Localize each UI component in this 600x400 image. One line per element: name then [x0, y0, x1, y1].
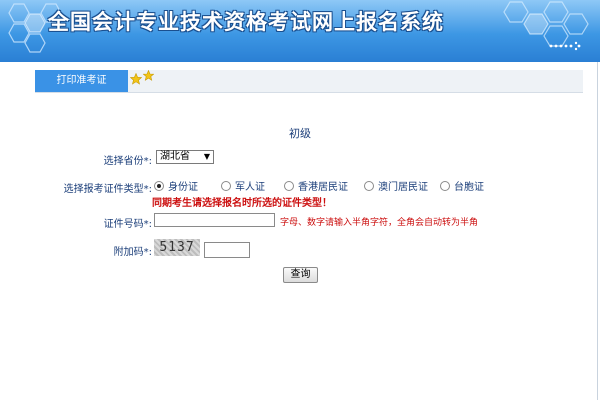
- radio-label: 台胞证: [454, 182, 484, 193]
- radio-military-id[interactable]: 军人证: [221, 178, 265, 193]
- radio-label: 身份证: [168, 182, 198, 193]
- radio-label: 澳门居民证: [378, 182, 428, 193]
- star-icon: [130, 73, 142, 85]
- radio-unselected-icon: [364, 181, 374, 191]
- frame-border: [597, 62, 598, 400]
- tab-print-admission[interactable]: 打印准考证: [35, 70, 128, 92]
- captcha-input[interactable]: [204, 242, 250, 258]
- radio-macau-id[interactable]: 澳门居民证: [364, 178, 428, 193]
- radio-label: 军人证: [235, 182, 265, 193]
- header-banner: 全国会计专业技术资格考试网上报名系统: [0, 0, 600, 62]
- captcha-label: 附加码*:: [113, 247, 152, 258]
- star-icon: [143, 70, 154, 81]
- radio-selected-icon: [154, 181, 164, 191]
- province-select[interactable]: 湖北省 ▼: [156, 150, 214, 164]
- id-type-label: 选择报考证件类型*:: [63, 184, 152, 195]
- radio-unselected-icon: [284, 181, 294, 191]
- arrow-dots-icon: [549, 41, 581, 51]
- hexagon-pattern-right-icon: [503, 1, 589, 47]
- province-label: 选择省份*:: [103, 156, 152, 167]
- captcha-image[interactable]: 5137: [154, 239, 200, 256]
- query-button[interactable]: 查询: [283, 267, 318, 283]
- id-number-input[interactable]: [154, 213, 275, 227]
- tab-bar: 打印准考证: [35, 70, 583, 93]
- id-number-label: 证件号码*:: [103, 219, 152, 230]
- radio-label: 香港居民证: [298, 182, 348, 193]
- province-value: 湖北省: [160, 151, 190, 162]
- radio-id-card[interactable]: 身份证: [154, 178, 198, 193]
- id-type-warning: 同期考生请选择报名时所选的证件类型！: [152, 198, 332, 209]
- site-title: 全国会计专业技术资格考试网上报名系统: [48, 9, 444, 34]
- radio-hongkong-id[interactable]: 香港居民证: [284, 178, 348, 193]
- exam-level-heading: 初级: [289, 127, 311, 140]
- chevron-down-icon: ▼: [203, 152, 210, 161]
- radio-unselected-icon: [221, 181, 231, 191]
- radio-unselected-icon: [440, 181, 450, 191]
- id-number-hint: 字母、数字请输入半角字符，全角会自动转为半角: [280, 218, 479, 228]
- radio-taiwan-id[interactable]: 台胞证: [440, 178, 484, 193]
